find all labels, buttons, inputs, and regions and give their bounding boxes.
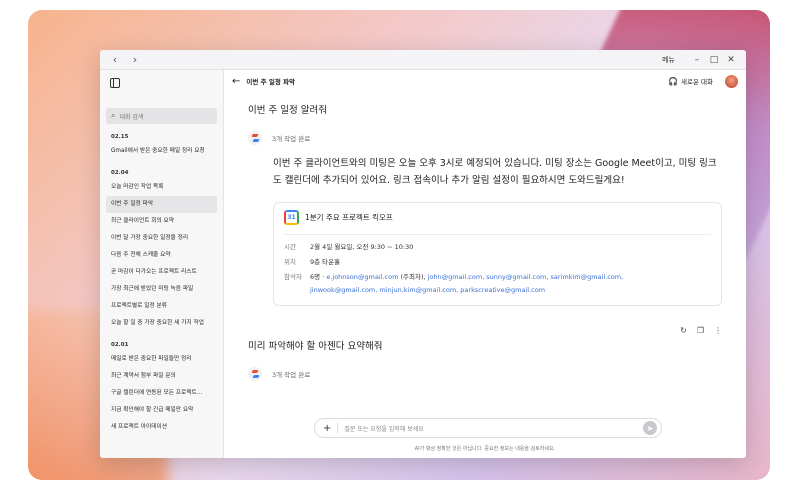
attendee-count: 6명 · [310,273,325,281]
forward-nav-button[interactable]: › [128,53,142,67]
history-group: 02.01 메일로 받은 중요한 파일들만 정리 최근 계약서 첨부 파일 문의… [106,339,217,436]
history-item[interactable]: 메일로 받은 중요한 파일들만 정리 [106,351,217,368]
user-message: 이번 주 일정 알려줘 [248,105,327,116]
history-item[interactable]: 이번 달 가장 중요한 일정을 정리 [106,230,217,247]
history-item[interactable]: 지금 확인해야 할 긴급 메일만 요약 [106,402,217,419]
close-button[interactable]: ✕ [724,53,738,67]
chat-header: ← 이번 주 일정 파악 🎧 새로운 대화 [224,70,746,92]
history-date: 02.01 [111,342,129,348]
avatar[interactable] [725,74,738,88]
message-composer[interactable]: + 질문 또는 요청을 입력해 보세요 ➤ [314,418,662,438]
history-item[interactable]: 새 프로젝트 아이데이션 [106,419,217,436]
history-item[interactable]: 오늘 할 일 중 가장 중요한 세 가지 작업 [106,315,217,332]
message-actions: ↻ ❐ ⋮ [670,326,722,335]
more-icon[interactable]: ⋮ [714,326,722,335]
regenerate-icon[interactable]: ↻ [680,326,687,335]
new-chat-label: 새로운 대화 [681,78,713,86]
sidebar-toggle-icon[interactable] [110,78,120,88]
divider [284,234,711,235]
chat-thread: 이번 주 일정 알려줘 3개 작업 완료 이번 주 클라이언트와의 미팅은 오늘… [224,92,746,418]
event-attendees-label: 참석자 [284,273,302,281]
history-item[interactable]: 가장 최근에 받았던 미팅 녹음 파일 [106,281,217,298]
back-arrow-icon[interactable]: ← [232,76,240,87]
attach-plus-icon[interactable]: + [323,423,331,434]
search-icon: ⌕ [111,111,116,120]
history-item[interactable]: 최근 클라이언트 회의 요약 [106,213,217,230]
history-item[interactable]: 최근 계약서 첨부 파일 문의 [106,368,217,385]
attendee-emails[interactable]: jinwook@gmail.com, minjun.kim@gmail.com,… [310,286,545,294]
event-place: 9층 타운홀 [310,258,341,266]
history-item[interactable]: 프로젝트별로 일정 분류 [106,298,217,315]
event-place-label: 위치 [284,258,296,266]
maximize-button[interactable]: □ [707,53,721,67]
app-window: ‹ › 메뉴 – □ ✕ ⌕ 대화 검색 02.15 Gmail에서 받은 중요… [100,50,746,458]
attendee-email[interactable]: e.johnson@gmail.com [326,273,398,281]
assistant-logo-icon [248,131,262,145]
task-status-label: 3개 작업 완료 [272,135,311,143]
divider [337,423,339,433]
minimize-button[interactable]: – [690,53,704,67]
event-title: 1분기 주요 프로젝트 킥오프 [305,213,393,222]
history-item[interactable]: 구글 캘린더에 연동된 모든 프로젝트... [106,385,217,402]
history-group: 02.04 오늘 마감인 작업 목록 이번 주 일정 파악 최근 클라이언트 회… [106,167,217,332]
history-item-active[interactable]: 이번 주 일정 파악 [106,196,217,213]
user-message: 미리 파악해야 할 아젠다 요약해줘 [248,341,383,352]
titlebar: ‹ › 메뉴 – □ ✕ [100,50,746,70]
background-wallpaper: ‹ › 메뉴 – □ ✕ ⌕ 대화 검색 02.15 Gmail에서 받은 중요… [28,10,770,480]
attendee-emails[interactable]: john@gmail.com, sunny@gmail.com, sarimki… [428,273,624,281]
task-status[interactable]: 3개 작업 완료 [248,367,722,381]
conversation-title: 이번 주 일정 파악 [246,78,296,86]
history-item[interactable]: Gmail에서 받은 중요한 메일 정리 요청 [106,143,217,160]
organizer-tag: (주최자), [400,273,426,281]
google-calendar-icon: 31 [284,210,299,225]
task-status[interactable]: 3개 작업 완료 [248,131,722,145]
assistant-answer: 이번 주 클라이언트와의 미팅은 오늘 오후 3시로 예정되어 있습니다. 미팅… [273,158,717,186]
copy-icon[interactable]: ❐ [697,326,704,335]
event-time-label: 시간 [284,243,296,251]
task-status-label: 3개 작업 완료 [272,371,311,379]
history-date: 02.04 [111,170,129,176]
menu-button[interactable]: 메뉴 [662,55,675,65]
composer-input[interactable]: 질문 또는 요청을 입력해 보세요 [344,424,643,433]
history-item[interactable]: 오늘 마감인 작업 목록 [106,179,217,196]
new-chat-button[interactable]: 🎧 새로운 대화 [668,76,713,87]
send-icon[interactable]: ➤ [643,421,657,435]
event-time: 2월 4일 월요일, 오전 9:30 ~ 10:30 [310,243,414,251]
search-input[interactable]: ⌕ 대화 검색 [106,108,217,124]
history-item[interactable]: 곧 마감이 다가오는 프로젝트 리스트 [106,264,217,281]
history-item[interactable]: 다음 주 전체 스케줄 요약 [106,247,217,264]
calendar-event-card[interactable]: 31 1분기 주요 프로젝트 킥오프 시간 2월 4일 월요일, 오전 9:30… [273,202,722,306]
search-placeholder: 대화 검색 [119,113,144,121]
headset-icon: 🎧 [668,76,679,86]
sidebar: ⌕ 대화 검색 02.15 Gmail에서 받은 중요한 메일 정리 요청 02… [100,70,224,458]
disclaimer-text: AI가 항상 정확한 것은 아닙니다. 중요한 정보는 내용을 검토하세요. [414,446,556,452]
assistant-logo-icon [248,367,262,381]
back-nav-button[interactable]: ‹ [108,53,122,67]
chat-main: ← 이번 주 일정 파악 🎧 새로운 대화 이번 주 일정 알려줘 3개 작업 … [224,70,746,458]
history-group: 02.15 Gmail에서 받은 중요한 메일 정리 요청 [106,131,217,160]
history-date: 02.15 [111,134,129,140]
